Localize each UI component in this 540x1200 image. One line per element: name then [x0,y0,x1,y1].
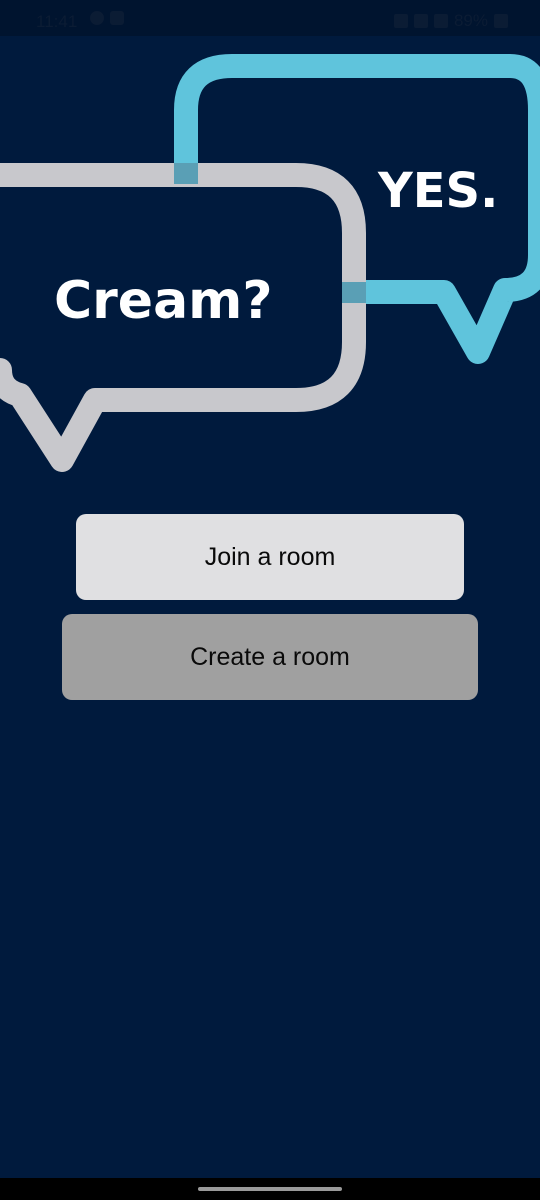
gallery-icon [110,11,124,25]
status-time: 11:41 [36,12,78,31]
status-system-icons: 89% [393,11,508,31]
signal-icon [433,14,448,28]
battery-icon [494,14,508,28]
create-room-label: Create a room [190,642,350,671]
app-logo: YES. Cream? [0,54,540,472]
bubble-overlap-top [174,163,198,184]
answer-text: YES. [377,163,498,219]
status-notification-icons [90,11,124,25]
join-room-label: Join a room [204,542,336,571]
wifi-icon [413,14,428,28]
status-bar: 11:41 89% [0,0,540,36]
mute-icon [393,14,408,28]
join-room-button[interactable]: Join a room [76,514,464,600]
battery-percentage: 89% [453,11,488,30]
bubble-overlap-right [342,282,366,303]
home-gesture-handle[interactable] [198,1187,342,1191]
question-text: Cream? [54,271,273,331]
whatsapp-icon [90,11,104,25]
create-room-button[interactable]: Create a room [62,614,478,700]
